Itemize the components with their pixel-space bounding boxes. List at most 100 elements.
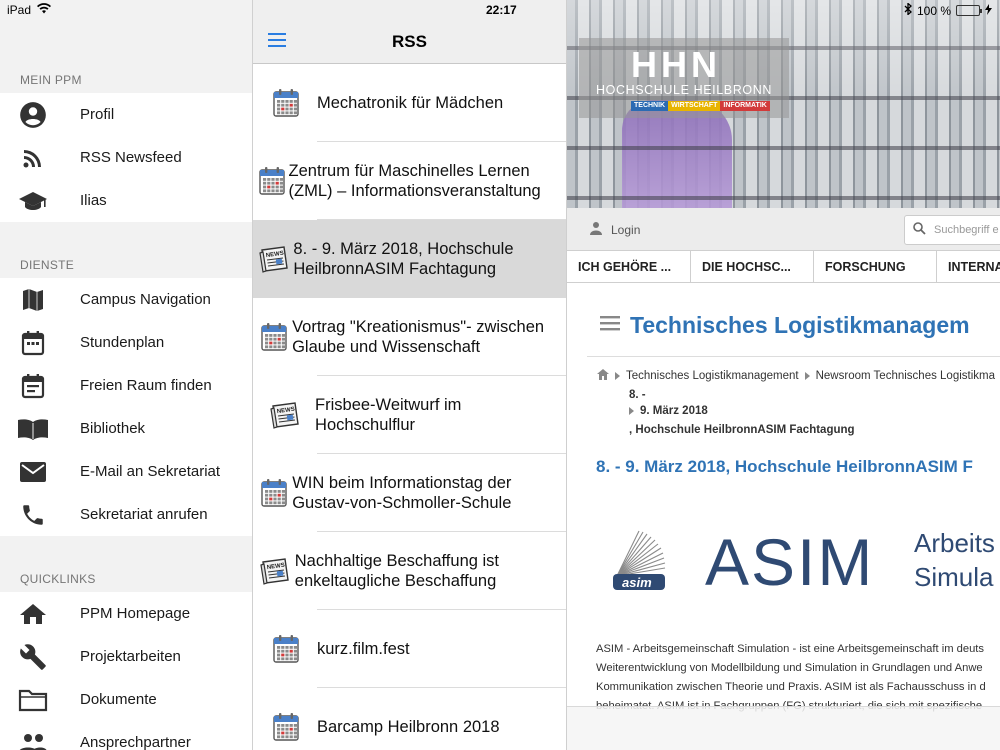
article-title: 8. - 9. März 2018, Hochschule HeilbronnA…: [596, 457, 973, 476]
rss-item[interactable]: Mechatronik für Mädchen: [253, 64, 566, 142]
login-link[interactable]: Login: [589, 221, 640, 238]
login-label: Login: [611, 222, 641, 237]
menu-item-projektarbeiten[interactable]: Projektarbeiten: [0, 635, 252, 678]
nav-item-die-hochschule[interactable]: DIE HOCHSC...: [691, 251, 814, 282]
rss-item-title: Barcamp Heilbronn 2018: [317, 718, 500, 736]
ipad-screen: iPad 22:17 100 % MEIN PPM Profil RSS New…: [0, 0, 1000, 750]
svg-text:asim: asim: [622, 575, 652, 590]
calendar-icon: [0, 330, 80, 356]
calendar-icon: [253, 166, 289, 196]
rss-item[interactable]: NEWS 8. - 9. März 2018, Hochschule Heilbr…: [253, 220, 566, 298]
menu-item-stundenplan[interactable]: Stundenplan: [0, 321, 252, 364]
section-header-quicklinks: QUICKLINKS: [20, 572, 96, 586]
section-header-mein-ppm: MEIN PPM: [20, 73, 82, 87]
news-icon: NEWS: [253, 400, 315, 430]
book-icon: [0, 417, 80, 441]
paragraph-line: Weiterentwicklung von Modellbildung und …: [596, 662, 983, 674]
menu-item-label: PPM Homepage: [80, 605, 191, 622]
people-icon: [0, 732, 80, 750]
rss-item-title: Vortrag "Kreationismus"- zwischen Glaube…: [292, 318, 545, 356]
asim-banner: asim ASIM Arbeits Simula: [607, 520, 1000, 610]
rss-item[interactable]: NEWS Frisbee-Weitwurf im Hochschulflur: [253, 376, 566, 454]
rss-title: RSS: [392, 32, 427, 51]
phone-icon: [0, 502, 80, 528]
side-menu: MEIN PPM Profil RSS Newsfeed Ilias DIENS…: [0, 0, 253, 750]
rss-item[interactable]: Vortrag "Kreationismus"- zwischen Glaube…: [253, 298, 566, 376]
breadcrumb-item[interactable]: , Hochschule HeilbronnASIM Fachtagung: [629, 424, 855, 436]
nav-item-interna[interactable]: INTERNA: [937, 251, 1000, 282]
paragraph-line: Kommunikation zwischen Theorie und Praxi…: [596, 681, 986, 693]
menu-item-label: Sekretariat anrufen: [80, 506, 208, 523]
nav-item-forschung[interactable]: FORSCHUNG: [814, 251, 937, 282]
charging-icon: [985, 3, 992, 18]
rss-item[interactable]: WIN beim Informationstag der Gustav-von-…: [253, 454, 566, 532]
search-placeholder: Suchbegriff e: [934, 224, 999, 236]
university-logo[interactable]: HHN HOCHSCHULE HEILBRONN TECHNIK WIRTSCH…: [579, 38, 789, 118]
device-label: iPad: [7, 3, 32, 17]
menu-item-label: Stundenplan: [80, 334, 165, 351]
menu-item-ppm-homepage[interactable]: PPM Homepage: [0, 592, 252, 635]
rss-icon: [0, 146, 80, 170]
menu-item-email-sekretariat[interactable]: E-Mail an Sekretariat: [0, 450, 252, 493]
rss-item-title: Mechatronik für Mädchen: [317, 94, 504, 112]
breadcrumb-item[interactable]: Technisches Logistikmanagement: [626, 370, 799, 382]
article-body: ASIM - Arbeitsgemeinschaft Simulation - …: [596, 640, 1000, 716]
rss-item-title: kurz.film.fest: [317, 640, 410, 658]
menu-item-label: Profil: [80, 106, 115, 123]
site-navigation: ICH GEHÖRE ... DIE HOCHSC... FORSCHUNG I…: [567, 250, 1000, 283]
home-icon: [0, 602, 80, 626]
header-image: HHN HOCHSCHULE HEILBRONN TECHNIK WIRTSCH…: [567, 0, 1000, 208]
calendar-icon: [253, 634, 317, 664]
rss-item-title: Zentrum für Maschinelles Lernen (ZML) – …: [288, 162, 541, 200]
menu-item-label: Projektarbeiten: [80, 648, 181, 665]
asim-logo-icon: asim: [607, 528, 669, 593]
menu-item-rss-newsfeed[interactable]: RSS Newsfeed: [0, 136, 252, 179]
clock: 22:17: [486, 3, 517, 17]
section-header-dienste: DIENSTE: [20, 258, 75, 272]
menu-item-label: RSS Newsfeed: [80, 149, 182, 166]
menu-item-bibliothek[interactable]: Bibliothek: [0, 407, 252, 450]
page-title-text: Technisches Logistikmanagem: [630, 312, 970, 338]
web-view: HHN HOCHSCHULE HEILBRONN TECHNIK WIRTSCH…: [567, 0, 1000, 750]
home-icon[interactable]: [597, 369, 609, 383]
event-note-icon: [0, 373, 80, 399]
breadcrumb-separator-icon: [615, 372, 620, 380]
bluetooth-icon: [904, 2, 912, 18]
wrench-icon: [0, 643, 80, 671]
rss-item[interactable]: NEWS Nachhaltige Beschaffung ist enkeltau…: [253, 532, 566, 610]
menu-item-profil[interactable]: Profil: [0, 93, 252, 136]
menu-item-ansprechpartner[interactable]: Ansprechpartner: [0, 721, 252, 750]
menu-item-freien-raum-finden[interactable]: Freien Raum finden: [0, 364, 252, 407]
news-icon: NEWS: [253, 244, 293, 274]
search-input[interactable]: Suchbegriff e: [904, 215, 1000, 245]
nav-item-ich-gehoere[interactable]: ICH GEHÖRE ...: [567, 251, 691, 282]
rss-item-title: Nachhaltige Beschaffung ist enkeltauglic…: [294, 552, 500, 590]
page-menu-icon[interactable]: [600, 315, 620, 336]
breadcrumb-separator-icon: [804, 372, 810, 380]
rss-item[interactable]: Zentrum für Maschinelles Lernen (ZML) – …: [253, 142, 566, 220]
rss-item[interactable]: kurz.film.fest: [253, 610, 566, 688]
menu-item-label: Ilias: [80, 192, 107, 209]
menu-item-label: Freien Raum finden: [80, 377, 212, 394]
breadcrumb-separator-icon: [629, 407, 634, 415]
rss-item-title: 8. - 9. März 2018, Hochschule HeilbronnA…: [293, 240, 514, 278]
news-icon: NEWS: [253, 556, 295, 586]
wifi-icon: [37, 3, 52, 17]
calendar-icon: [253, 88, 317, 118]
menu-item-dokumente[interactable]: Dokumente: [0, 678, 252, 721]
menu-item-ilias[interactable]: Ilias: [0, 179, 252, 222]
rss-item[interactable]: Barcamp Heilbronn 2018: [253, 688, 566, 750]
battery-percent: 100 %: [916, 3, 951, 18]
school-icon: [0, 189, 80, 213]
breadcrumb-item[interactable]: 8. -: [629, 389, 646, 401]
breadcrumb-item[interactable]: Newsroom Technisches Logistikma: [816, 370, 995, 382]
calendar-icon: [253, 322, 292, 352]
breadcrumb-item[interactable]: 9. März 2018: [640, 405, 708, 417]
asim-subtitle-line: Simula: [914, 562, 994, 592]
paragraph-line: ASIM - Arbeitsgemeinschaft Simulation - …: [596, 643, 985, 655]
menu-item-campus-navigation[interactable]: Campus Navigation: [0, 278, 252, 321]
breadcrumb: Technisches Logistikmanagement Newsroom …: [597, 369, 995, 436]
map-icon: [0, 287, 80, 313]
menu-item-sekretariat-anrufen[interactable]: Sekretariat anrufen: [0, 493, 252, 536]
rss-item-title: Frisbee-Weitwurf im Hochschulflur: [315, 396, 462, 434]
